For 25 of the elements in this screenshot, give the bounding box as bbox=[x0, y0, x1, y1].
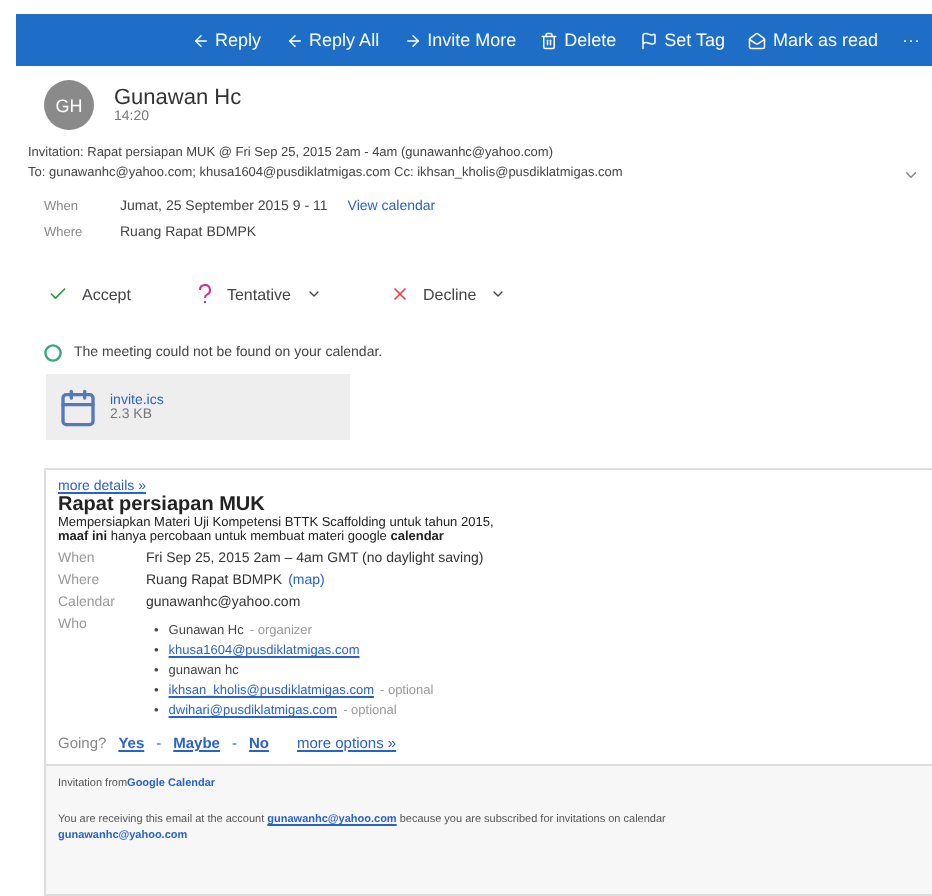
event-title: Rapat persiapan MUK bbox=[58, 494, 267, 516]
arrow-right-icon bbox=[403, 31, 422, 49]
invite-button[interactable]: Invite More bbox=[403, 30, 517, 50]
reply-button[interactable]: Reply bbox=[191, 30, 262, 50]
status-circle-icon bbox=[44, 344, 62, 362]
read-button[interactable]: Mark as read bbox=[748, 30, 878, 50]
arrow-left-icon bbox=[191, 31, 210, 49]
decline-button[interactable]: Decline bbox=[389, 284, 507, 304]
question-icon bbox=[198, 284, 213, 304]
delete-button[interactable]: Delete bbox=[540, 30, 617, 50]
calendar-icon bbox=[58, 387, 98, 427]
trash-icon bbox=[540, 31, 559, 49]
check-icon bbox=[48, 284, 68, 304]
tentative-button[interactable]: Tentative bbox=[198, 284, 321, 304]
reply-all-button[interactable]: Reply All bbox=[285, 30, 380, 50]
sender-name: Gunawan Hc bbox=[114, 86, 242, 110]
avatar: GH bbox=[44, 80, 94, 130]
more-button[interactable]: ··· bbox=[902, 30, 920, 50]
arrow-left-icon bbox=[285, 31, 304, 49]
flag-icon bbox=[640, 31, 659, 49]
chevron-down-icon[interactable] bbox=[902, 166, 920, 184]
flag-button[interactable]: Set Tag bbox=[640, 30, 725, 50]
close-icon bbox=[389, 284, 409, 304]
accept-button[interactable]: Accept bbox=[48, 284, 131, 304]
envelope-icon bbox=[748, 31, 767, 49]
